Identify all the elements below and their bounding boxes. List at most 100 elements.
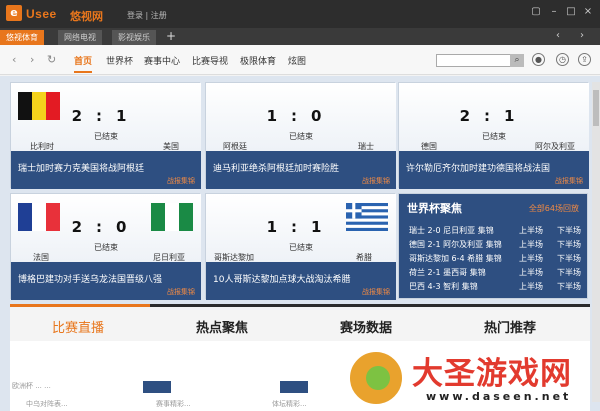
match-desc-area: 迪马利亚绝杀阿根廷加时赛险胜 战报集锦 bbox=[206, 151, 396, 189]
strip-text[interactable]: 体坛精彩... bbox=[272, 399, 307, 409]
watermark: 大圣游戏网 www.daseen.net bbox=[340, 342, 600, 411]
first-half-link[interactable]: 上半场 bbox=[519, 281, 543, 292]
world-cup-focus-panel: 世界杯聚焦 全部64场回放 瑞士 2-0 尼日利亚 集锦 上半场 下半场 德国 … bbox=[398, 193, 588, 299]
forward-icon[interactable]: › bbox=[30, 53, 34, 66]
focus-row[interactable]: 德国 2-1 阿尔及利亚 集锦 上半场 下半场 bbox=[409, 239, 581, 251]
menu-match-guide[interactable]: 比赛导视 bbox=[192, 54, 228, 67]
strip-image[interactable] bbox=[280, 381, 308, 393]
strip-text[interactable]: 欧洲杯 ... ... bbox=[12, 381, 51, 391]
brand-name-cn: 悠视网 bbox=[70, 10, 103, 23]
register-link[interactable]: 注册 bbox=[151, 11, 167, 20]
maximize-icon[interactable]: □ bbox=[565, 6, 577, 17]
strip-text[interactable]: 赛事精彩... bbox=[156, 399, 191, 409]
tab-next-icon[interactable]: › bbox=[580, 30, 584, 41]
tab-entertainment[interactable]: 影视娱乐 bbox=[112, 30, 156, 45]
match-card[interactable]: 2:1 已结束 比利时 美国 瑞士加时赛力克美国将战阿根廷 战报集锦 bbox=[10, 82, 201, 189]
skin-icon[interactable]: ▢ bbox=[530, 6, 542, 17]
app-logo-icon: e bbox=[6, 5, 22, 21]
match-headline[interactable]: 许尔勒厄齐尔加时建功德国将战法国 bbox=[406, 161, 550, 174]
nav-row: ‹ › ↻ 首页 世界杯 赛事中心 比赛导视 极限体育 炫图 ⌕ ● ◷ ⇪ bbox=[0, 45, 600, 75]
watermark-title: 大圣游戏网 bbox=[412, 356, 572, 392]
match-score-area: 2:1 已结束 德国 阿尔及利亚 bbox=[399, 83, 589, 151]
focus-row[interactable]: 瑞士 2-0 尼日利亚 集锦 上半场 下半场 bbox=[409, 225, 581, 237]
match-headline[interactable]: 博格巴建功对手送乌龙法国晋级八强 bbox=[18, 272, 162, 285]
match-card[interactable]: 1:1 已结束 哥斯达黎加 希腊 10人哥斯达黎加点球大战淘汰希腊 战报集锦 bbox=[205, 193, 396, 300]
second-half-link[interactable]: 下半场 bbox=[557, 267, 581, 278]
add-tab-icon[interactable]: + bbox=[166, 29, 176, 43]
match-score: 2:1 bbox=[459, 107, 529, 125]
second-half-link[interactable]: 下半场 bbox=[557, 239, 581, 250]
highlights-link[interactable]: 战报集锦 bbox=[167, 287, 195, 297]
close-icon[interactable]: × bbox=[582, 6, 594, 17]
match-card[interactable]: 1:0 已结束 阿根廷 瑞士 迪马利亚绝杀阿根廷加时赛险胜 战报集锦 bbox=[205, 82, 396, 189]
tab-match-data[interactable]: 赛场数据 bbox=[340, 317, 392, 336]
highlights-link[interactable]: 战报集锦 bbox=[362, 287, 390, 297]
auth-links: 登录 | 注册 bbox=[127, 10, 167, 21]
share-icon[interactable]: ⇪ bbox=[578, 53, 591, 66]
menu-home[interactable]: 首页 bbox=[74, 54, 93, 73]
focus-match[interactable]: 荷兰 2-1 墨西哥 集锦 bbox=[409, 267, 486, 278]
focus-match[interactable]: 瑞士 2-0 尼日利亚 集锦 bbox=[409, 225, 494, 236]
first-half-link[interactable]: 上半场 bbox=[519, 253, 543, 264]
all-replays-link[interactable]: 全部64场回放 bbox=[529, 203, 579, 214]
tab-bar: 悠视体育 网络电视 影视娱乐 + ‹ › bbox=[0, 28, 600, 45]
match-score: 1:0 bbox=[266, 107, 336, 125]
menu-extreme-sports[interactable]: 极限体育 bbox=[240, 54, 276, 67]
focus-row[interactable]: 巴西 4-3 智利 集锦 上半场 下半场 bbox=[409, 281, 581, 293]
focus-match[interactable]: 哥斯达黎加 6-4 希腊 集锦 bbox=[409, 253, 502, 264]
match-card[interactable]: 2:1 已结束 德国 阿尔及利亚 许尔勒厄齐尔加时建功德国将战法国 战报集锦 bbox=[398, 82, 589, 189]
match-score-area: 2:1 已结束 比利时 美国 bbox=[11, 83, 201, 151]
tab-prev-icon[interactable]: ‹ bbox=[556, 30, 560, 41]
highlights-link[interactable]: 战报集锦 bbox=[555, 176, 583, 186]
menu-world-cup[interactable]: 世界杯 bbox=[106, 54, 133, 67]
tab-recommended[interactable]: 热门推荐 bbox=[484, 317, 536, 336]
match-card[interactable]: 2:0 已结束 法国 尼日利亚 博格巴建功对手送乌龙法国晋级八强 战报集锦 bbox=[10, 193, 201, 300]
second-half-link[interactable]: 下半场 bbox=[557, 281, 581, 292]
back-icon[interactable]: ‹ bbox=[12, 53, 16, 66]
match-score-area: 1:0 已结束 阿根廷 瑞士 bbox=[206, 83, 396, 151]
tab-sports[interactable]: 悠视体育 bbox=[0, 30, 44, 45]
match-score: 2:1 bbox=[71, 107, 141, 125]
watermark-logo-icon bbox=[348, 350, 404, 406]
title-bar: e Usee 悠视网 登录 | 注册 ▢ – □ × bbox=[0, 0, 600, 28]
refresh-icon[interactable]: ↻ bbox=[47, 53, 56, 66]
first-half-link[interactable]: 上半场 bbox=[519, 225, 543, 236]
focus-title: 世界杯聚焦 bbox=[407, 202, 462, 215]
second-half-link[interactable]: 下半场 bbox=[557, 225, 581, 236]
login-link[interactable]: 登录 bbox=[127, 11, 143, 20]
match-headline[interactable]: 瑞士加时赛力克美国将战阿根廷 bbox=[18, 161, 144, 174]
focus-row[interactable]: 荷兰 2-1 墨西哥 集锦 上半场 下半场 bbox=[409, 267, 581, 279]
section-tabs: 比赛直播 热点聚焦 赛场数据 热门推荐 bbox=[10, 307, 590, 341]
match-headline[interactable]: 10人哥斯达黎加点球大战淘汰希腊 bbox=[213, 272, 350, 285]
user-icon[interactable]: ● bbox=[532, 53, 545, 66]
scrollbar-thumb[interactable] bbox=[593, 90, 599, 126]
focus-match[interactable]: 巴西 4-3 智利 集锦 bbox=[409, 281, 478, 292]
focus-row[interactable]: 哥斯达黎加 6-4 希腊 集锦 上半场 下半场 bbox=[409, 253, 581, 265]
match-desc-area: 10人哥斯达黎加点球大战淘汰希腊 战报集锦 bbox=[206, 262, 396, 300]
highlights-link[interactable]: 战报集锦 bbox=[167, 176, 195, 186]
match-desc-area: 博格巴建功对手送乌龙法国晋级八强 战报集锦 bbox=[11, 262, 201, 300]
history-icon[interactable]: ◷ bbox=[556, 53, 569, 66]
tab-hot-focus[interactable]: 热点聚焦 bbox=[196, 317, 248, 336]
watermark-url: www.daseen.net bbox=[426, 390, 572, 403]
first-half-link[interactable]: 上半场 bbox=[519, 267, 543, 278]
match-score: 2:0 bbox=[71, 218, 141, 236]
minimize-icon[interactable]: – bbox=[548, 6, 560, 17]
first-half-link[interactable]: 上半场 bbox=[519, 239, 543, 250]
strip-image[interactable] bbox=[143, 381, 171, 393]
brand-name: Usee bbox=[26, 7, 57, 21]
tab-network-tv[interactable]: 网络电视 bbox=[58, 30, 102, 45]
strip-text[interactable]: 中乌对阵表... bbox=[26, 399, 68, 409]
tab-live[interactable]: 比赛直播 bbox=[52, 317, 104, 336]
second-half-link[interactable]: 下半场 bbox=[557, 253, 581, 264]
highlights-link[interactable]: 战报集锦 bbox=[362, 176, 390, 186]
match-headline[interactable]: 迪马利亚绝杀阿根廷加时赛险胜 bbox=[213, 161, 339, 174]
menu-gallery[interactable]: 炫图 bbox=[288, 54, 306, 67]
match-score: 1:1 bbox=[266, 218, 336, 236]
watermark-ball-icon bbox=[366, 366, 390, 390]
match-score-area: 1:1 已结束 哥斯达黎加 希腊 bbox=[206, 194, 396, 262]
search-icon[interactable]: ⌕ bbox=[510, 54, 524, 67]
focus-match[interactable]: 德国 2-1 阿尔及利亚 集锦 bbox=[409, 239, 502, 250]
auth-separator: | bbox=[145, 11, 149, 20]
menu-match-center[interactable]: 赛事中心 bbox=[144, 54, 180, 67]
